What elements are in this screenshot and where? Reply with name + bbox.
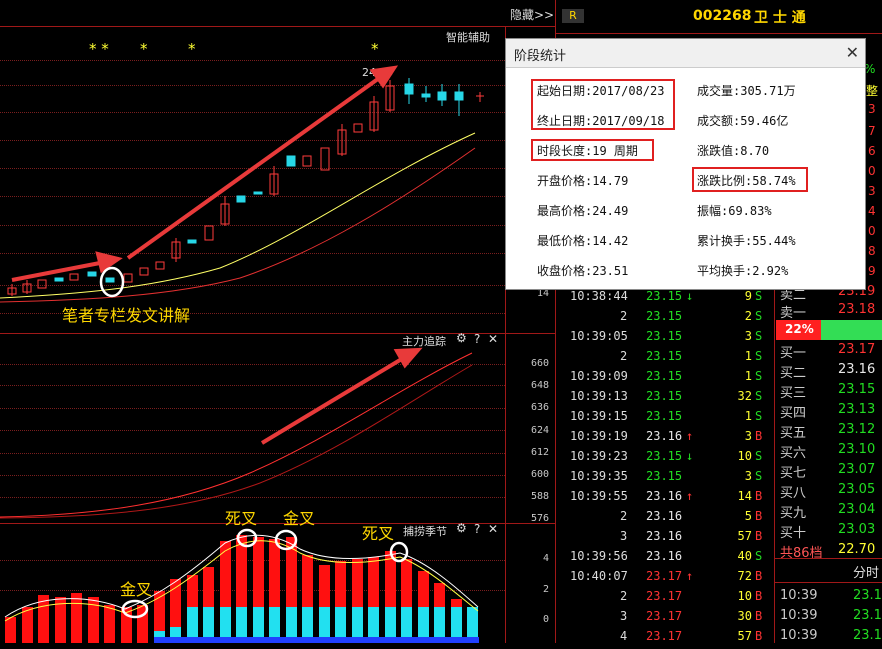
- tick-row: 10:39:55 23.16 ↑ 14 B: [570, 489, 763, 503]
- tick-row: 10:39:05 23.15 3 S: [570, 329, 763, 343]
- tick-row: 2 23.16 5 B: [620, 509, 763, 523]
- buy-level: 买五 23.12: [780, 422, 876, 441]
- total-levels: 共86档 22.70: [780, 542, 876, 561]
- death-cross-label: 死叉: [225, 509, 258, 528]
- stock-code: 002268: [693, 8, 752, 24]
- stat-row: 开盘价格:14.79: [537, 174, 629, 188]
- buy-level: 买三 23.15: [780, 382, 876, 401]
- tick-row: 10:39:35 23.15 3 S: [570, 469, 763, 483]
- golden-cross-label: 金叉: [283, 509, 316, 528]
- annotation-text: 笔者专栏发文讲解: [62, 306, 191, 325]
- stock-name: 卫 士 通: [754, 10, 806, 26]
- minute-row: 10:39 23.1: [780, 588, 882, 603]
- stat-row: 平均换手:2.92%: [697, 264, 789, 278]
- golden-cross-label: 金叉: [120, 580, 153, 599]
- tracking-axis-label: 636: [531, 402, 550, 413]
- ratio-bar: 22%: [776, 320, 882, 340]
- tab-minute[interactable]: 分时: [853, 562, 879, 581]
- highlight-box: [531, 79, 675, 130]
- sell-level: 卖一 23.18: [780, 302, 876, 321]
- tick-row: 10:39:13 23.15 32 S: [570, 389, 763, 403]
- season-axis-label: 2: [543, 584, 550, 595]
- tick-row: 10:39:09 23.15 1 S: [570, 369, 763, 383]
- buy-level: 买七 23.07: [780, 462, 876, 481]
- tick-row: 3 23.16 57 B: [620, 529, 763, 543]
- tick-row: 10:39:15 23.15 1 S: [570, 409, 763, 423]
- season-chart: [4, 528, 479, 643]
- hide-panel-button[interactable]: 隐藏>>: [510, 6, 554, 23]
- stat-row: 涨跌值:8.70: [697, 144, 770, 158]
- stat-row: 最低价格:14.42: [537, 234, 629, 248]
- tick-row: 10:39:56 23.16 40 S: [570, 549, 763, 563]
- tick-row: 3 23.17 30 B: [620, 609, 763, 623]
- buy-level: 买四 23.13: [780, 402, 876, 421]
- stat-row: 累计换手:55.44%: [697, 234, 796, 248]
- tracking-axis-label: 588: [531, 491, 550, 502]
- dialog-title: 阶段统计: [514, 49, 567, 64]
- season-axis-label: 4: [543, 553, 550, 564]
- tracking-chart: [0, 347, 473, 519]
- tracking-axis-label: 612: [531, 447, 550, 458]
- buy-level: 买六 23.10: [780, 442, 876, 461]
- badge: R: [562, 9, 584, 23]
- close-button[interactable]: ✕: [846, 43, 859, 62]
- buy-level: 买十 23.03: [780, 522, 876, 541]
- buy-level: 买二 23.16: [780, 362, 876, 381]
- tick-row: 2 23.17 10 B: [620, 589, 763, 603]
- stage-stats-dialog: 阶段统计 ✕ 起始日期:2017/08/23 终止日期:2017/09/18 时段长…: [505, 38, 866, 290]
- buy-level: 买一 23.17: [780, 342, 876, 361]
- ratio-value: 22%: [785, 322, 814, 336]
- order-book: 卖二 23.19 卖一 23.18 22% 买一 23.17 买二 23.16 买三 23.1…: [775, 284, 882, 643]
- tick-row: 10:39:23 23.15 ↓ 10 S: [570, 449, 763, 463]
- candlestick-chart: [0, 65, 484, 303]
- tick-row: 10:39:19 23.16 ↑ 3 B: [570, 429, 763, 443]
- chart-area: 隐藏>> 智能辅助 * * * * * 24.49 14: [0, 0, 556, 643]
- highlight-box: [692, 167, 808, 192]
- tick-row: 2 23.15 2 S: [620, 309, 763, 323]
- stat-row: 收盘价格:23.51: [537, 264, 629, 278]
- minute-row: 10:39 23.1: [780, 608, 882, 623]
- stat-row: 振幅:69.83%: [697, 204, 772, 218]
- tick-row: 2 23.15 1 S: [620, 349, 763, 363]
- tick-row: 10:40:07 23.17 ↑ 72 B: [570, 569, 763, 583]
- death-cross-label: 死叉: [362, 524, 395, 543]
- tracking-axis-label: 660: [531, 358, 550, 369]
- buy-level: 买九 23.04: [780, 502, 876, 521]
- stat-row: 成交额:59.46亿: [697, 114, 789, 128]
- dialog-titlebar[interactable]: 阶段统计 ✕: [506, 39, 865, 68]
- minute-row: 10:39 23.1: [780, 628, 882, 643]
- highlight-box: [531, 139, 654, 161]
- stat-row: 最高价格:24.49: [537, 204, 629, 218]
- tracking-axis-label: 576: [531, 513, 550, 524]
- tick-row: 4 23.17 57 B: [620, 629, 763, 643]
- tracking-axis-label: 624: [531, 425, 550, 436]
- season-axis-label: 0: [543, 614, 550, 625]
- tracking-axis-label: 648: [531, 380, 550, 391]
- tick-row: 10:38:44 23.15 ↓ 9 S: [570, 289, 763, 303]
- right-header: R 002268 卫 士 通: [556, 0, 882, 34]
- stat-row: 成交量:305.71万: [697, 84, 796, 98]
- tracking-axis-label: 600: [531, 469, 550, 480]
- tick-list: 10:38:44 23.15 ↓ 9 S 2 23.15 2 S 10:39:05 23.15 3 S 2…: [556, 286, 774, 643]
- buy-level: 买八 23.05: [780, 482, 876, 501]
